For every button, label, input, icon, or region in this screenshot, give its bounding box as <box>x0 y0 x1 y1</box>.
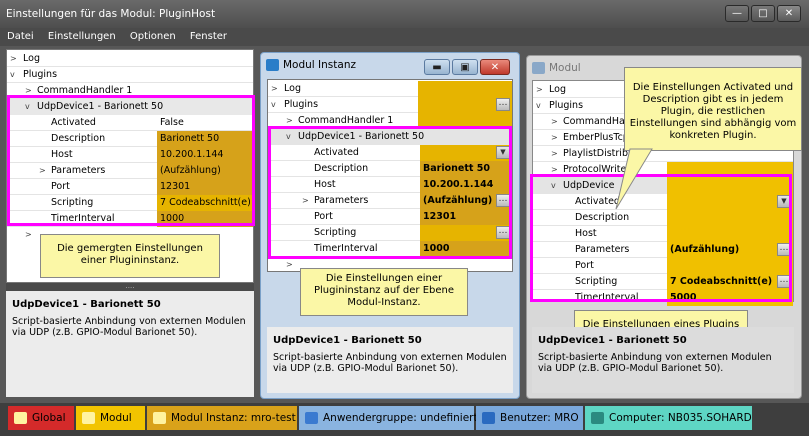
chevron-down-icon[interactable]: v <box>271 97 276 113</box>
user-icon <box>482 412 495 424</box>
menu-einstellungen[interactable]: Einstellungen <box>48 31 116 42</box>
status-modul-instanz[interactable]: Modul Instanz: mro-test <box>147 406 297 430</box>
window-titlebar: Einstellungen für das Modul: PluginHost <box>0 0 809 28</box>
tree-label: Plugins <box>549 100 584 111</box>
layer-icon <box>82 412 95 424</box>
description-text: Script-basierte Anbindung von externen M… <box>12 316 246 338</box>
description-title: UdpDevice1 - Barionett 50 <box>538 335 687 346</box>
layer-icon <box>153 412 166 424</box>
menu-bar: Datei Einstellungen Optionen Fenster <box>0 28 809 46</box>
computer-icon <box>591 412 604 424</box>
close-button[interactable]: ✕ <box>777 5 801 22</box>
status-anwendergruppe[interactable]: Anwendergruppe: undefiniert <box>299 406 478 430</box>
status-global[interactable]: Global <box>8 406 74 430</box>
tree-row-plugins[interactable]: v Plugins <box>7 67 253 83</box>
status-label: Modul Instanz: mro-test <box>171 412 296 424</box>
annotation-callout: Die gemergten Einstellungen einer Plugin… <box>40 234 220 278</box>
chevron-right-icon[interactable]: > <box>271 81 278 97</box>
chevron-down-icon[interactable]: v <box>10 67 15 83</box>
status-label: Computer: NB035.SOHARD <box>609 412 752 424</box>
tree-label: Plugins <box>23 69 58 80</box>
status-label: Benutzer: MRO <box>500 412 579 424</box>
status-label: Modul <box>100 412 132 424</box>
minimize-button[interactable]: — <box>725 5 749 22</box>
window-title: Einstellungen für das Modul: PluginHost <box>6 8 216 20</box>
chevron-right-icon[interactable]: > <box>25 227 32 243</box>
description-panel: UdpDevice1 - Barionett 50 Script-basiert… <box>532 327 794 393</box>
menu-datei[interactable]: Datei <box>7 31 34 42</box>
status-benutzer[interactable]: Benutzer: MRO <box>476 406 583 430</box>
splitter-handle[interactable]: .... <box>6 283 254 291</box>
description-panel: UdpDevice1 - Barionett 50 Script-basiert… <box>6 291 254 397</box>
tree-label: EmberPlusTcp <box>563 132 629 143</box>
description-text: Script-basierte Anbindung von externen M… <box>273 352 507 374</box>
menu-fenster[interactable]: Fenster <box>190 31 227 42</box>
users-icon <box>305 412 318 424</box>
tree-label: Log <box>284 83 301 94</box>
highlight-frame <box>268 126 512 259</box>
status-label: Anwendergruppe: undefiniert <box>323 412 478 424</box>
tree-row-plugins[interactable]: v Plugins … <box>268 97 512 113</box>
status-label: Global <box>32 412 66 424</box>
chevron-right-icon[interactable]: > <box>536 82 543 98</box>
status-bar: Global Modul Modul Instanz: mro-test Anw… <box>0 403 809 436</box>
chevron-down-icon[interactable]: v <box>536 98 541 114</box>
ellipsis-button[interactable]: … <box>496 98 510 111</box>
description-title: UdpDevice1 - Barionett 50 <box>12 299 161 310</box>
close-button[interactable]: ✕ <box>480 59 510 75</box>
chevron-right-icon[interactable]: > <box>551 130 558 146</box>
annotation-callout: Die Einstellungen Activated und Descript… <box>624 67 802 151</box>
prop-value <box>418 81 512 97</box>
status-modul[interactable]: Modul <box>76 406 145 430</box>
minimize-button[interactable]: ▬ <box>424 59 450 75</box>
description-panel: UdpDevice1 - Barionett 50 Script-basiert… <box>267 327 513 393</box>
chevron-right-icon[interactable]: > <box>10 51 17 67</box>
status-computer[interactable]: Computer: NB035.SOHARD <box>585 406 752 430</box>
menu-optionen[interactable]: Optionen <box>130 31 176 42</box>
window-icon <box>532 62 545 74</box>
chevron-right-icon[interactable]: > <box>286 257 293 273</box>
description-text: Script-basierte Anbindung von externen M… <box>538 352 772 374</box>
annotation-callout: Die Einstellungen einer Plugininstanz au… <box>300 268 468 316</box>
tree-label: Plugins <box>284 99 319 110</box>
layer-icon <box>14 412 27 424</box>
tree-row-log[interactable]: > Log <box>268 81 512 97</box>
chevron-right-icon[interactable]: > <box>551 114 558 130</box>
tree-label: Log <box>549 84 566 95</box>
app-window: Einstellungen für das Modul: PluginHost … <box>0 0 809 436</box>
window-icon <box>266 59 279 71</box>
tree-row-log[interactable]: > Log <box>7 51 253 67</box>
maximize-button[interactable]: ▣ <box>452 59 478 75</box>
callout-pointer <box>615 148 653 210</box>
chevron-right-icon[interactable]: > <box>551 146 558 162</box>
tree-label: Log <box>23 53 40 64</box>
highlight-frame <box>7 95 255 226</box>
description-title: UdpDevice1 - Barionett 50 <box>273 335 422 346</box>
maximize-button[interactable]: □ <box>751 5 775 22</box>
